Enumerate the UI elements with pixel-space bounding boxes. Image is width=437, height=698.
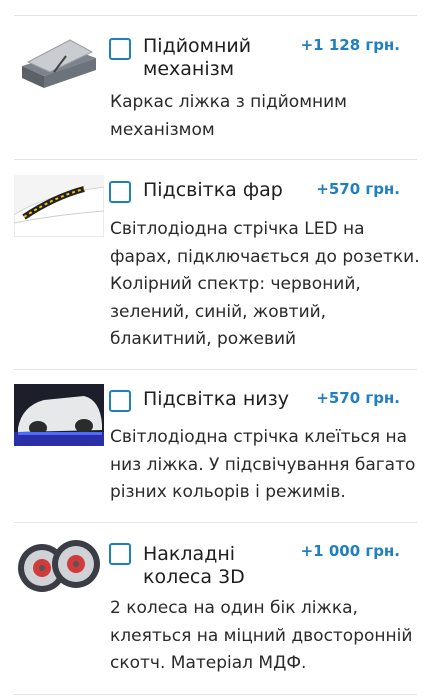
lift-mechanism-title: Підйомний механізм <box>143 35 252 80</box>
lift-mechanism-checkbox[interactable] <box>109 38 131 60</box>
divider-3 <box>14 522 417 523</box>
underglow-description: Світлодіодна стрічка клеїться на низ ліж… <box>110 427 416 502</box>
lift-mechanism-price: +1 128 грн. <box>300 36 400 54</box>
headlights-price: +570 грн. <box>316 180 400 198</box>
headlights-title: Підсвітка фар <box>143 179 283 201</box>
lift-mechanism-description: Каркас ліжка з підйомним механізмом <box>110 92 348 140</box>
wheels-price: +1 000 грн. <box>300 542 400 560</box>
headlights-image <box>13 175 105 238</box>
divider-2 <box>14 369 417 370</box>
underglow-price: +570 грн. <box>316 389 400 407</box>
underglow-title: Підсвітка низу <box>143 388 289 410</box>
wheels-description: 2 колеса на один бік ліжка, клеяться на … <box>110 598 413 673</box>
lift-mechanism-image <box>14 32 104 92</box>
divider-top <box>14 15 417 16</box>
divider-1 <box>14 159 417 160</box>
underglow-image <box>14 384 104 446</box>
wheels-image <box>14 536 104 598</box>
divider-bottom <box>14 694 417 695</box>
headlights-description: Світлодіодна стрічка LED на фарах, підкл… <box>110 219 420 349</box>
underglow-checkbox[interactable] <box>109 390 131 412</box>
headlights-checkbox[interactable] <box>109 181 131 203</box>
wheels-title: Накладні колеса 3D <box>143 543 245 588</box>
wheels-checkbox[interactable] <box>109 543 131 565</box>
